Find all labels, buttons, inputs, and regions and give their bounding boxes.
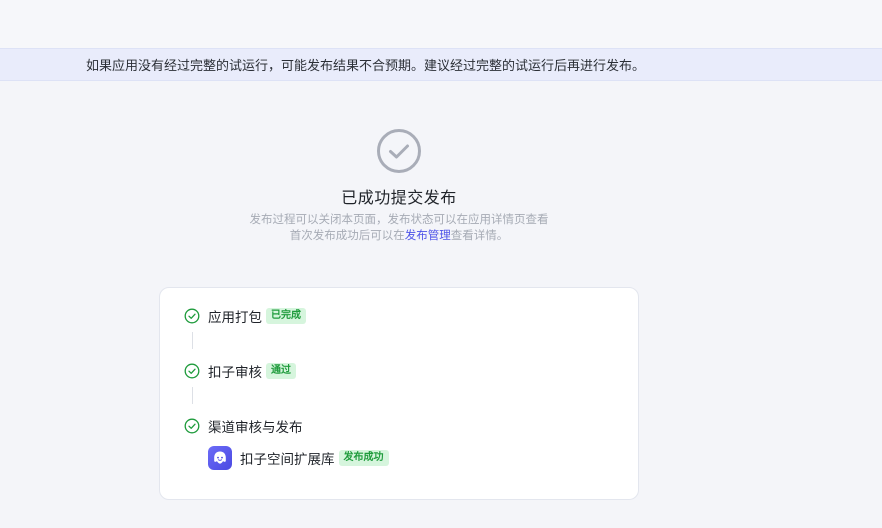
check-circle-icon bbox=[377, 129, 421, 173]
publish-management-link[interactable]: 发布管理 bbox=[405, 228, 451, 242]
notice-text: 如果应用没有经过完整的试运行，可能发布结果不合预期。建议经过完整的试运行后再进行… bbox=[86, 59, 646, 74]
step-connector bbox=[192, 387, 193, 404]
line2-suffix: 查看详情。 bbox=[450, 228, 509, 242]
step-check-icon bbox=[184, 308, 200, 324]
channel-item: 扣子空间扩展库 发布成功 bbox=[208, 446, 389, 470]
status-badge: 通过 bbox=[266, 363, 296, 379]
step-label: 渠道审核与发布 bbox=[208, 420, 303, 436]
step-check-icon bbox=[184, 418, 200, 434]
success-title: 已成功提交发布 bbox=[341, 188, 457, 207]
step-check-icon bbox=[184, 363, 200, 379]
trial-run-notice: 如果应用没有经过完整的试运行，可能发布结果不合预期。建议经过完整的试运行后再进行… bbox=[0, 48, 882, 81]
top-header-area bbox=[0, 0, 882, 48]
success-description: 发布过程可以关闭本页面，发布状态可以在应用详情页查看 首次发布成功后可以在发布管… bbox=[250, 211, 549, 243]
channel-name: 扣子空间扩展库 bbox=[240, 452, 335, 468]
step-label: 扣子审核 bbox=[208, 365, 262, 381]
coze-space-logo-icon bbox=[208, 446, 232, 470]
status-badge: 发布成功 bbox=[338, 450, 389, 466]
publish-steps-card: 应用打包 已完成 扣子审核 通过 渠道审核与发布 扣子空间扩展库 发布成功 bbox=[159, 287, 639, 500]
success-line-2: 首次发布成功后可以在发布管理查看详情。 bbox=[250, 227, 549, 243]
step-coze-review: 扣子审核 通过 bbox=[184, 361, 296, 381]
step-label: 应用打包 bbox=[208, 310, 262, 326]
step-connector bbox=[192, 332, 193, 349]
step-app-packaging: 应用打包 已完成 bbox=[184, 306, 306, 326]
success-line-1: 发布过程可以关闭本页面，发布状态可以在应用详情页查看 bbox=[249, 212, 549, 226]
status-badge: 已完成 bbox=[266, 308, 306, 324]
publish-success-panel: 已成功提交发布 发布过程可以关闭本页面，发布状态可以在应用详情页查看 首次发布成… bbox=[0, 128, 798, 243]
step-channel-review: 渠道审核与发布 bbox=[184, 416, 303, 436]
line2-prefix: 首次发布成功后可以在 bbox=[289, 228, 405, 242]
